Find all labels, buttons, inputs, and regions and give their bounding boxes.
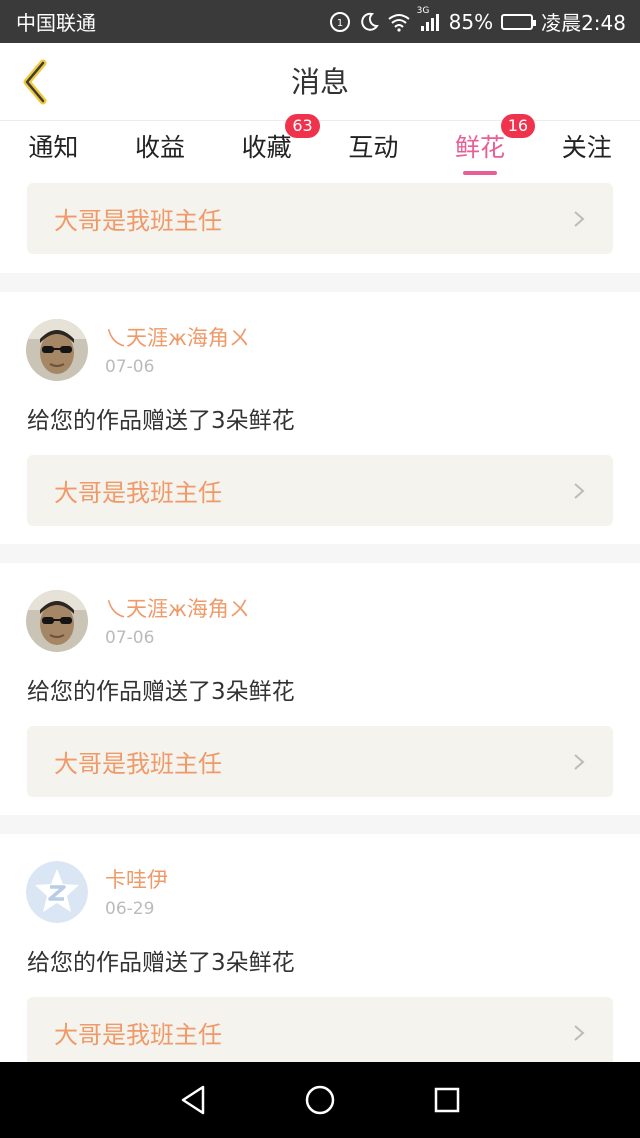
avatar[interactable] bbox=[26, 590, 88, 652]
avatar[interactable] bbox=[26, 319, 88, 381]
data-saver-icon: 1 bbox=[329, 11, 351, 33]
circle-home-icon bbox=[305, 1085, 335, 1115]
work-card[interactable]: 大哥是我班主任 bbox=[27, 183, 613, 254]
tab-label: 鲜花 bbox=[455, 133, 506, 162]
work-title: 大哥是我班主任 bbox=[54, 207, 222, 235]
nav-recents-button[interactable] bbox=[425, 1078, 469, 1122]
list-item: 卡哇伊 06-29 给您的作品赠送了3朵鲜花 大哥是我班主任 bbox=[0, 834, 640, 1062]
clock: 凌晨2:48 bbox=[541, 11, 626, 35]
wifi-icon bbox=[387, 12, 411, 32]
favorites-badge: 63 bbox=[285, 114, 320, 138]
message-date: 06-29 bbox=[105, 899, 155, 919]
tab-label: 收益 bbox=[135, 133, 186, 162]
header: 消息 bbox=[0, 43, 640, 121]
nav-back-button[interactable] bbox=[171, 1078, 215, 1122]
tab-earnings[interactable]: 收益 bbox=[107, 121, 214, 183]
avatar[interactable] bbox=[26, 861, 88, 923]
carrier-label: 中国联通 bbox=[16, 11, 96, 35]
chevron-right-icon bbox=[574, 1024, 585, 1041]
svg-text:1: 1 bbox=[336, 18, 342, 29]
list-item: 乀天涯ж海角ㄨ 07-06 给您的作品赠送了3朵鲜花 大哥是我班主任 bbox=[0, 563, 640, 815]
signal-icon: 3G bbox=[417, 6, 441, 32]
tab-notifications[interactable]: 通知 bbox=[0, 121, 107, 183]
tab-favorites[interactable]: 收藏 63 bbox=[213, 114, 320, 183]
tab-label: 通知 bbox=[28, 133, 79, 162]
tab-bar: 通知 收益 收藏 63 互动 鲜花 16 关注 bbox=[0, 114, 640, 183]
message-date: 07-06 bbox=[105, 628, 155, 648]
message-text: 给您的作品赠送了3朵鲜花 bbox=[27, 950, 295, 976]
sender-name[interactable]: 乀天涯ж海角ㄨ bbox=[105, 596, 250, 622]
chevron-right-icon bbox=[574, 753, 585, 770]
work-card[interactable]: 大哥是我班主任 bbox=[27, 455, 613, 526]
active-tab-indicator bbox=[463, 171, 498, 175]
divider bbox=[0, 544, 640, 563]
divider bbox=[0, 815, 640, 834]
message-text: 给您的作品赠送了3朵鲜花 bbox=[27, 408, 295, 434]
status-bar: 中国联通 1 3G 85% 凌晨2:48 bbox=[0, 0, 640, 43]
status-icons: 1 3G 85% 凌晨2:48 bbox=[329, 6, 626, 36]
list-item: 乀天涯ж海角ㄨ 07-06 给您的作品赠送了3朵鲜花 大哥是我班主任 bbox=[0, 292, 640, 544]
tab-flowers[interactable]: 鲜花 16 bbox=[427, 114, 536, 183]
tab-label: 关注 bbox=[561, 133, 612, 162]
work-card[interactable]: 大哥是我班主任 bbox=[27, 726, 613, 797]
tab-interactions[interactable]: 互动 bbox=[320, 121, 427, 183]
nav-home-button[interactable] bbox=[298, 1078, 342, 1122]
work-card[interactable]: 大哥是我班主任 bbox=[27, 997, 613, 1062]
work-title: 大哥是我班主任 bbox=[54, 479, 222, 507]
chevron-right-icon bbox=[574, 482, 585, 499]
sender-name[interactable]: 乀天涯ж海角ㄨ bbox=[105, 325, 250, 351]
sender-name[interactable]: 卡哇伊 bbox=[105, 867, 168, 893]
tab-label: 互动 bbox=[348, 133, 399, 162]
tab-following[interactable]: 关注 bbox=[533, 121, 640, 183]
system-nav-bar bbox=[0, 1062, 640, 1138]
divider bbox=[0, 273, 640, 292]
battery-icon bbox=[501, 13, 537, 30]
battery-percent: 85% bbox=[448, 9, 494, 34]
page-title: 消息 bbox=[290, 65, 349, 99]
message-list: 大哥是我班主任 乀天涯ж海角ㄨ 07-06 给您的作品赠送了3朵鲜花 大哥是我班… bbox=[0, 183, 640, 1062]
network-type-label: 3G bbox=[416, 5, 430, 16]
work-title: 大哥是我班主任 bbox=[54, 750, 222, 778]
moon-icon bbox=[359, 12, 379, 32]
triangle-back-icon bbox=[182, 1085, 205, 1115]
message-text: 给您的作品赠送了3朵鲜花 bbox=[27, 679, 295, 705]
work-title: 大哥是我班主任 bbox=[54, 1021, 222, 1049]
square-recents-icon bbox=[434, 1087, 459, 1113]
chevron-right-icon bbox=[574, 210, 585, 227]
message-date: 07-06 bbox=[105, 357, 155, 377]
tab-label: 收藏 bbox=[241, 133, 292, 162]
flowers-badge: 16 bbox=[500, 114, 536, 138]
